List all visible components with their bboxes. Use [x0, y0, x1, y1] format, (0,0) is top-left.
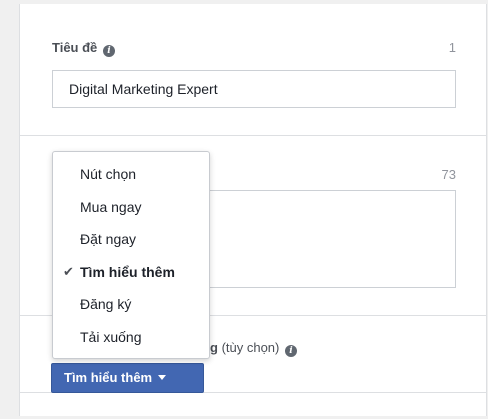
headline-char-counter: 1 — [448, 40, 456, 55]
checkmark-icon: ✔ — [63, 263, 74, 279]
headline-label: Tiêu đề — [52, 40, 98, 55]
menu-item-mua-ngay[interactable]: Mua ngay — [53, 193, 209, 226]
cta-button-label: Tìm hiểu thêm — [64, 370, 153, 385]
info-icon[interactable]: i — [285, 345, 297, 357]
menu-item-label: Nút chọn — [80, 166, 137, 182]
caret-down-icon — [158, 375, 167, 380]
menu-item-tai-xuong[interactable]: Tải xuống — [53, 323, 209, 356]
menu-item-label: Đặt ngay — [80, 231, 137, 247]
menu-item-label: Tải xuống — [80, 328, 142, 345]
section-divider — [20, 135, 486, 136]
cta-label-partial: g — [210, 340, 218, 355]
menu-item-label: Tìm hiểu thêm — [80, 263, 175, 280]
text-char-counter: 73 — [441, 167, 456, 182]
menu-item-dat-ngay[interactable]: Đặt ngay — [53, 225, 209, 258]
cta-dropdown-menu: Nút chọn Mua ngay Đặt ngay ✔ Tìm hiểu th… — [52, 151, 210, 359]
cta-label: g (tùy chọn) i — [210, 340, 297, 357]
cta-label-optional: (tùy chọn) — [217, 340, 280, 355]
headline-input[interactable]: Digital Marketing Expert — [52, 70, 456, 108]
menu-item-nut-chon[interactable]: Nút chọn — [53, 160, 209, 193]
menu-item-tim-hieu-them[interactable]: ✔ Tìm hiểu thêm — [53, 258, 209, 291]
menu-item-label: Đăng ký — [80, 296, 132, 312]
info-icon[interactable]: i — [102, 45, 115, 57]
menu-item-dang-ky[interactable]: Đăng ký — [53, 290, 209, 323]
cta-dropdown-button[interactable]: Tìm hiểu thêm — [51, 363, 204, 393]
menu-item-label: Mua ngay — [80, 198, 142, 215]
headline-label-row: Tiêu đề i — [52, 40, 456, 57]
